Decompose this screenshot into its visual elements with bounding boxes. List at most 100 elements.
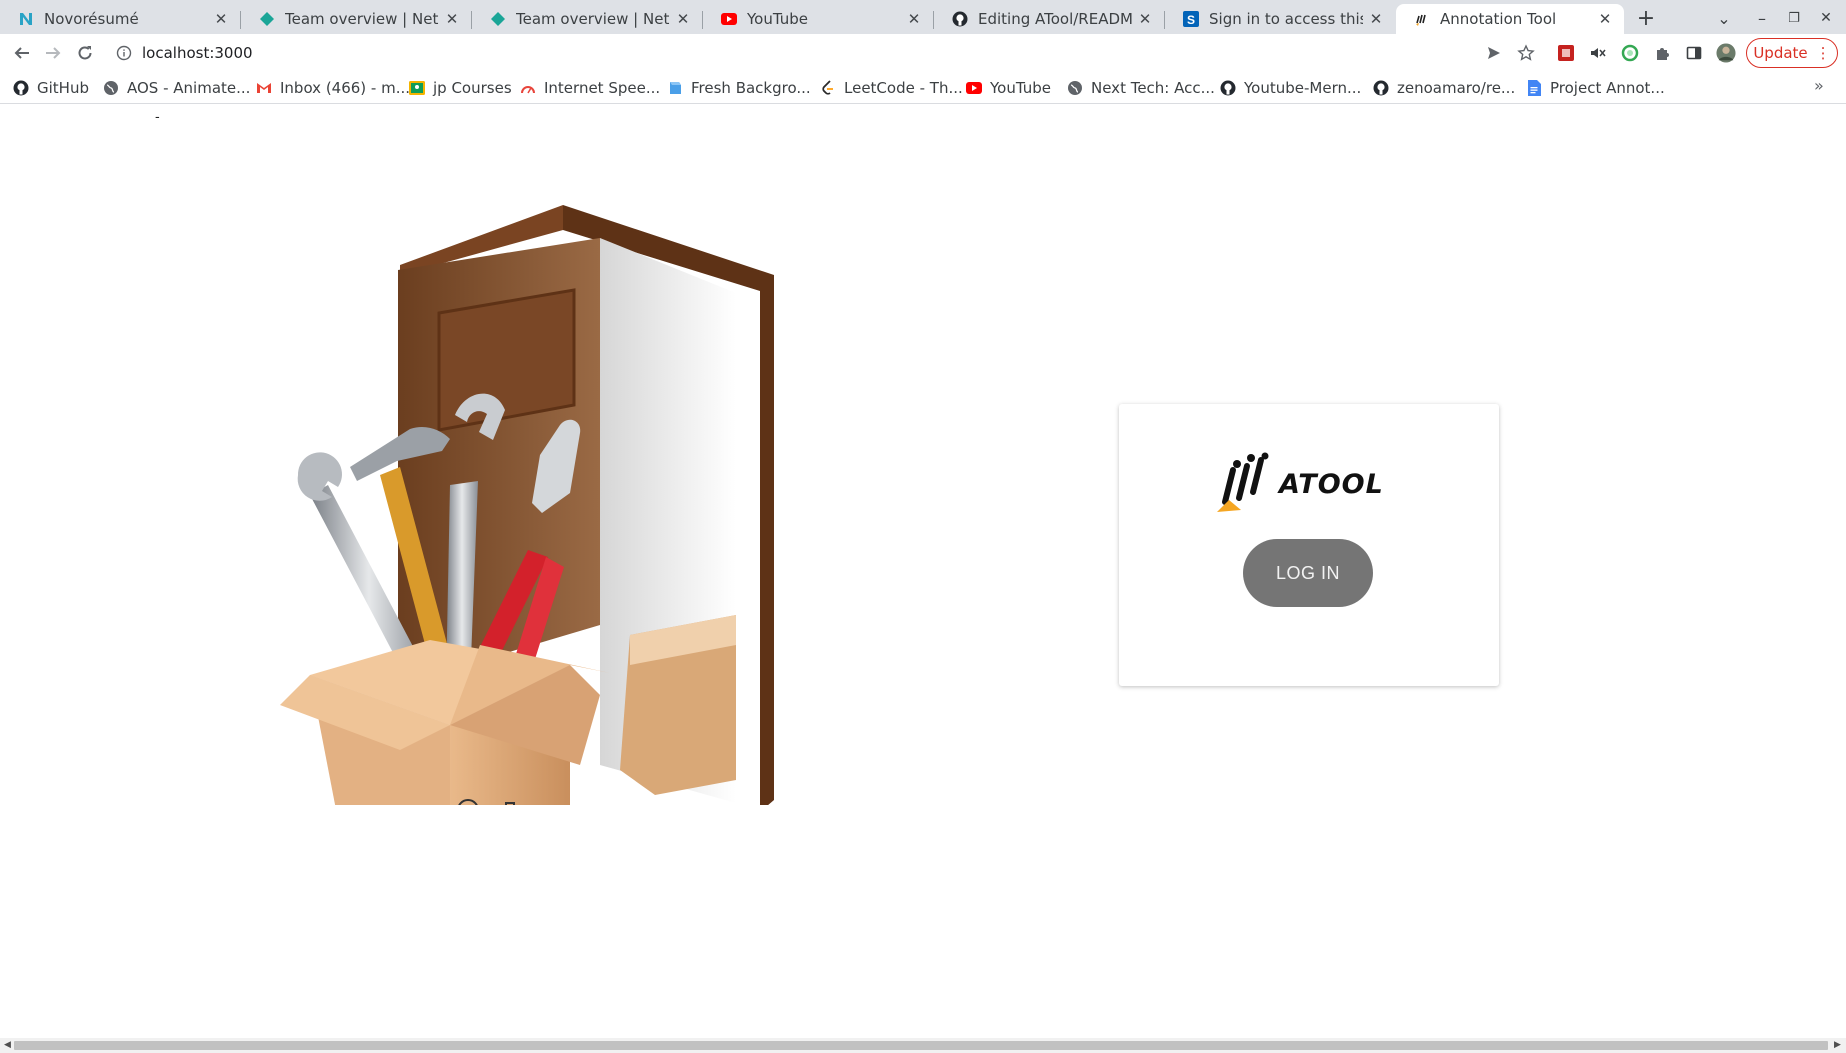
bookmark-label: Next Tech: Acc...: [1091, 79, 1215, 97]
minimize-button[interactable]: –: [1750, 6, 1774, 30]
extensions-puzzle-icon[interactable]: [1652, 43, 1672, 63]
netlify-icon: [490, 11, 506, 27]
restore-button[interactable]: ❐: [1782, 6, 1806, 30]
bookmark-label: Youtube-Mern...: [1244, 79, 1362, 97]
bookmark-label: GitHub: [37, 79, 89, 97]
close-tab-icon[interactable]: ✕: [1596, 10, 1614, 28]
stray-dash: -: [155, 110, 160, 125]
reload-button[interactable]: [71, 39, 99, 67]
login-button[interactable]: LOG IN: [1243, 539, 1373, 607]
update-label: Update: [1753, 44, 1808, 62]
tab-title: Team overview | Netlify: [516, 10, 670, 28]
more-bookmarks-button[interactable]: »: [1814, 76, 1824, 95]
tab-strip: Novorésumé ✕ Team overview | Netlify ✕ T…: [0, 0, 1846, 34]
more-vert-icon: ⋮: [1815, 44, 1831, 62]
bookmark-label: YouTube: [990, 79, 1051, 97]
site-info-icon[interactable]: [116, 45, 132, 61]
github-icon: [1220, 80, 1236, 96]
bookmark-youtube-mern[interactable]: Youtube-Mern...: [1220, 78, 1361, 98]
tab-netlify-2[interactable]: Team overview | Netlify ✕: [472, 4, 702, 34]
atool-pencil-logo-icon: [1217, 452, 1269, 512]
github-icon: [952, 11, 968, 27]
bookmark-aos[interactable]: AOS - Animate...: [103, 78, 250, 98]
close-tab-icon[interactable]: ✕: [905, 10, 923, 28]
address-bar[interactable]: localhost:3000: [104, 37, 1516, 69]
svg-text:S: S: [1187, 13, 1195, 27]
scroll-left-arrow-icon[interactable]: ◀: [4, 1040, 11, 1050]
globe-icon: [1067, 80, 1083, 96]
tab-title: Novorésumé: [44, 10, 139, 28]
extension-green-icon[interactable]: [1620, 43, 1640, 63]
bookmark-label: AOS - Animate...: [127, 79, 251, 97]
new-tab-button[interactable]: +: [1634, 6, 1658, 31]
bookmark-label: LeetCode - Th...: [844, 79, 963, 97]
netlify-icon: [259, 11, 275, 27]
tab-annotation-tool[interactable]: Annotation Tool ✕: [1396, 4, 1624, 34]
tab-netlify-1[interactable]: Team overview | Netlify ✕: [241, 4, 471, 34]
tab-search-button[interactable]: ⌄: [1712, 6, 1736, 30]
tab-muted-icon[interactable]: [1588, 43, 1608, 63]
bookmark-gmail[interactable]: Inbox (466) - m...: [256, 78, 410, 98]
speedtest-icon: [520, 80, 536, 96]
github-icon: [13, 80, 29, 96]
send-tab-icon[interactable]: [1484, 43, 1504, 63]
logo-wordmark: ATOOL: [1279, 468, 1384, 500]
globe-icon: [103, 80, 119, 96]
tab-title: Team overview | Netlify: [285, 10, 439, 28]
scrollbar-thumb[interactable]: [14, 1041, 1828, 1050]
side-panel-icon[interactable]: [1684, 43, 1704, 63]
close-tab-icon[interactable]: ✕: [1136, 10, 1154, 28]
fresh-bg-icon: [667, 80, 683, 96]
gmail-icon: [256, 80, 272, 96]
bookmark-fresh-backgrounds[interactable]: Fresh Backgro...: [667, 78, 811, 98]
sharepoint-icon: S: [1183, 11, 1199, 27]
youtube-icon: [966, 80, 982, 96]
bookmark-github[interactable]: GitHub: [13, 78, 89, 98]
forward-button[interactable]: [39, 39, 67, 67]
tab-github-readme[interactable]: Editing ATool/README.md ✕: [934, 4, 1164, 34]
bookmark-zenoamaro[interactable]: zenoamaro/re...: [1373, 78, 1515, 98]
back-button[interactable]: [8, 39, 36, 67]
bookmark-leetcode[interactable]: LeetCode - Th...: [820, 78, 963, 98]
bookmark-courses[interactable]: jp Courses: [409, 78, 512, 98]
tab-sharepoint[interactable]: S Sign in to access this net ✕: [1165, 4, 1395, 34]
close-tab-icon[interactable]: ✕: [674, 10, 692, 28]
close-tab-icon[interactable]: ✕: [1367, 10, 1385, 28]
bookmark-label: Internet Spee...: [544, 79, 661, 97]
youtube-icon: [721, 11, 737, 27]
extension-red-icon[interactable]: [1556, 43, 1576, 63]
page-content: - ATOOL LOG IN: [0, 105, 1846, 1038]
url-text[interactable]: localhost:3000: [142, 44, 253, 62]
tab-youtube[interactable]: YouTube ✕: [703, 4, 933, 34]
bookmark-label: zenoamaro/re...: [1397, 79, 1516, 97]
horizontal-scrollbar[interactable]: ◀ ▶: [0, 1038, 1846, 1053]
tab-title: Editing ATool/README.md: [978, 10, 1132, 28]
bookmark-label: Fresh Backgro...: [691, 79, 811, 97]
atool-logo: ATOOL: [1217, 452, 1407, 516]
update-button[interactable]: Update ⋮: [1746, 38, 1838, 68]
github-icon: [1373, 80, 1389, 96]
close-tab-icon[interactable]: ✕: [212, 10, 230, 28]
google-docs-icon: [1526, 80, 1542, 96]
bookmark-speedtest[interactable]: Internet Spee...: [520, 78, 660, 98]
scroll-right-arrow-icon[interactable]: ▶: [1834, 1040, 1841, 1050]
close-tab-icon[interactable]: ✕: [443, 10, 461, 28]
reload-icon: [78, 46, 92, 60]
bookmarks-bar: GitHub AOS - Animate... Inbox (466) - m.…: [0, 72, 1846, 104]
login-card: ATOOL LOG IN: [1119, 404, 1499, 686]
bookmark-youtube[interactable]: YouTube: [966, 78, 1051, 98]
bookmark-next-tech[interactable]: Next Tech: Acc...: [1067, 78, 1215, 98]
classroom-icon: [409, 80, 425, 96]
tab-title: Sign in to access this net: [1209, 10, 1363, 28]
tab-title: Annotation Tool: [1440, 10, 1557, 28]
tab-title: YouTube: [747, 10, 808, 28]
bookmark-star-icon[interactable]: [1516, 43, 1536, 63]
forward-arrow-icon: [46, 47, 61, 59]
novoresume-n-icon: [18, 11, 34, 27]
toolbox-door-illustration: [280, 205, 774, 805]
bookmark-project-annot[interactable]: Project Annot...: [1526, 78, 1665, 98]
leetcode-icon: [820, 80, 836, 96]
profile-avatar[interactable]: [1716, 43, 1736, 63]
tab-novoresume[interactable]: Novorésumé ✕: [0, 4, 240, 34]
close-window-button[interactable]: ✕: [1814, 6, 1838, 30]
